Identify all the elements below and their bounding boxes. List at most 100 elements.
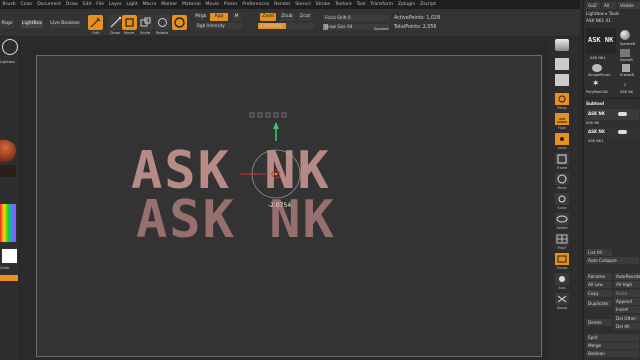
zsub-button[interactable]: Zsub — [280, 13, 294, 21]
merge-button[interactable]: Merge — [586, 342, 639, 349]
zadd-button[interactable]: Zadd — [260, 13, 276, 21]
solo-button[interactable] — [555, 273, 569, 285]
menu-item-stencil[interactable]: Stencil — [293, 0, 313, 9]
menu-item-picker[interactable]: Picker — [221, 0, 239, 9]
focal-shift-slider[interactable]: Focal Shift 0 — [323, 15, 389, 21]
polymesh-icon[interactable]: ✶ — [592, 79, 600, 89]
polyf-button[interactable] — [555, 233, 569, 245]
main-color-swatch[interactable] — [2, 249, 17, 263]
xpose-button[interactable] — [555, 293, 569, 305]
auto-collapse-button[interactable]: Auto Collapse — [586, 257, 639, 264]
insert-button[interactable]: Insert — [614, 306, 640, 313]
eraser-brush-icon[interactable] — [622, 64, 630, 72]
menu-item-zscript[interactable]: Zscript — [418, 0, 439, 9]
alpha-brush-icon[interactable] — [620, 49, 630, 57]
document-canvas[interactable]: ASK NK ASK NK -2.0754 — [36, 55, 542, 357]
duplicate-button[interactable]: Duplicate — [586, 300, 612, 307]
mrgb-button[interactable]: Mrgb — [195, 13, 207, 21]
color-picker[interactable] — [0, 204, 16, 242]
delete-button[interactable]: Delete — [586, 319, 612, 326]
gizmo-button[interactable] — [172, 15, 187, 30]
menu-item-stroke[interactable]: Stroke — [313, 0, 332, 9]
menu-item-layer[interactable]: Layer — [106, 0, 124, 9]
menu-item-texture[interactable]: Texture — [333, 0, 355, 9]
tool-thumb-ask-nk[interactable]: ASK NK — [586, 28, 616, 54]
menu-item-draw[interactable]: Draw — [63, 0, 80, 9]
m-button[interactable]: M — [232, 13, 241, 21]
menu-item-preferences[interactable]: Preferences — [240, 0, 272, 9]
menu-item-file[interactable]: File — [94, 0, 106, 9]
all-low-button[interactable]: All Low — [586, 281, 612, 288]
local-button[interactable] — [555, 133, 569, 145]
lightbox-tools-button[interactable]: Lightbox ▸ Tools — [586, 11, 619, 16]
tab-page[interactable]: Page — [0, 20, 14, 28]
subtool-row-1[interactable]: ASK NK — [586, 109, 639, 120]
menu-item-edit[interactable]: Edit — [80, 0, 94, 9]
menu-item-document[interactable]: Document — [35, 0, 64, 9]
move-view-button[interactable] — [555, 173, 569, 185]
brush-icon[interactable] — [2, 39, 18, 55]
rotate-button[interactable] — [155, 15, 170, 30]
draw-button[interactable] — [108, 15, 123, 30]
floor-button[interactable] — [555, 113, 569, 125]
scale-button[interactable] — [138, 15, 153, 30]
rename-button[interactable]: Rename — [586, 273, 612, 280]
sphere-brush-label: SphereB — [620, 42, 636, 46]
menu-item-color[interactable]: Color — [18, 0, 35, 9]
rgb-intensity-slider[interactable]: Rgb Intensity — [195, 23, 243, 29]
list-all-button[interactable]: List All — [586, 249, 612, 256]
switch-color-button[interactable] — [0, 275, 18, 281]
simple-brush-icon[interactable] — [592, 64, 602, 72]
frame-button[interactable] — [555, 153, 569, 165]
boolean-button[interactable]: Boolean — [586, 350, 639, 357]
subtool-row-2[interactable]: ASK NK — [586, 127, 639, 138]
append-button[interactable]: Append — [614, 298, 640, 305]
local-label: Local — [557, 146, 567, 150]
live-boolean-button[interactable]: Live Boolean — [50, 20, 80, 28]
goz-button[interactable]: GoZ — [586, 2, 600, 9]
z-intensity-slider[interactable]: Z Intensity — [258, 23, 314, 29]
menu-item-tool[interactable]: Tool — [354, 0, 368, 9]
all-high-button[interactable]: All High — [614, 281, 640, 288]
actual-icon[interactable] — [555, 74, 569, 86]
rotate-view-button[interactable] — [555, 213, 569, 225]
transp-button[interactable] — [555, 253, 569, 265]
sp-pix-icon[interactable] — [555, 58, 569, 70]
copy-button[interactable]: Copy — [586, 290, 612, 297]
rgb-button[interactable]: Rgb — [210, 13, 228, 21]
move-button[interactable] — [122, 15, 137, 30]
subtool-visibility-toggle[interactable] — [618, 112, 627, 116]
frame-label: Frame — [556, 166, 568, 170]
transp-label: Transp — [556, 266, 568, 270]
split-button[interactable]: Split — [586, 334, 639, 341]
menu-item-render[interactable]: Render — [272, 0, 293, 9]
menu-item-marker[interactable]: Marker — [159, 0, 180, 9]
material-sphere-icon[interactable] — [0, 140, 16, 162]
paste-button[interactable]: Paste — [614, 290, 640, 297]
subtool-header[interactable]: Subtool — [586, 101, 604, 106]
persp-icon — [558, 95, 566, 103]
del-other-button[interactable]: Del Other — [614, 315, 640, 322]
edit-button[interactable] — [88, 15, 103, 30]
dynamic-toggle[interactable]: Dynamic — [374, 27, 389, 31]
zcut-button[interactable]: Zcut — [298, 13, 312, 21]
bpr-icon[interactable] — [555, 39, 569, 51]
all-button[interactable]: All — [602, 2, 616, 9]
gizmo-icon[interactable] — [222, 111, 312, 251]
menu-item-brush[interactable]: Brush — [0, 0, 18, 9]
visible-button[interactable]: Visible — [618, 2, 640, 9]
subtool-visibility-toggle-2[interactable] — [618, 130, 627, 134]
del-all-button[interactable]: Del All — [614, 323, 640, 330]
menu-item-macro[interactable]: Macro — [140, 0, 159, 9]
autoreorder-button[interactable]: AutoReorder — [614, 273, 640, 280]
scale-view-button[interactable] — [555, 193, 569, 205]
menu-item-transform[interactable]: Transform — [368, 0, 396, 9]
menu-item-movie[interactable]: Movie — [203, 0, 221, 9]
sphere-brush-icon[interactable] — [620, 30, 630, 40]
menu-item-material[interactable]: Material — [180, 0, 203, 9]
tab-lightbox[interactable]: LightBox — [21, 20, 43, 28]
persp-label: Persp — [557, 106, 567, 110]
persp-button[interactable] — [555, 93, 569, 105]
menu-item-zplugin[interactable]: Zplugin — [396, 0, 418, 9]
menu-item-light[interactable]: Light — [124, 0, 140, 9]
